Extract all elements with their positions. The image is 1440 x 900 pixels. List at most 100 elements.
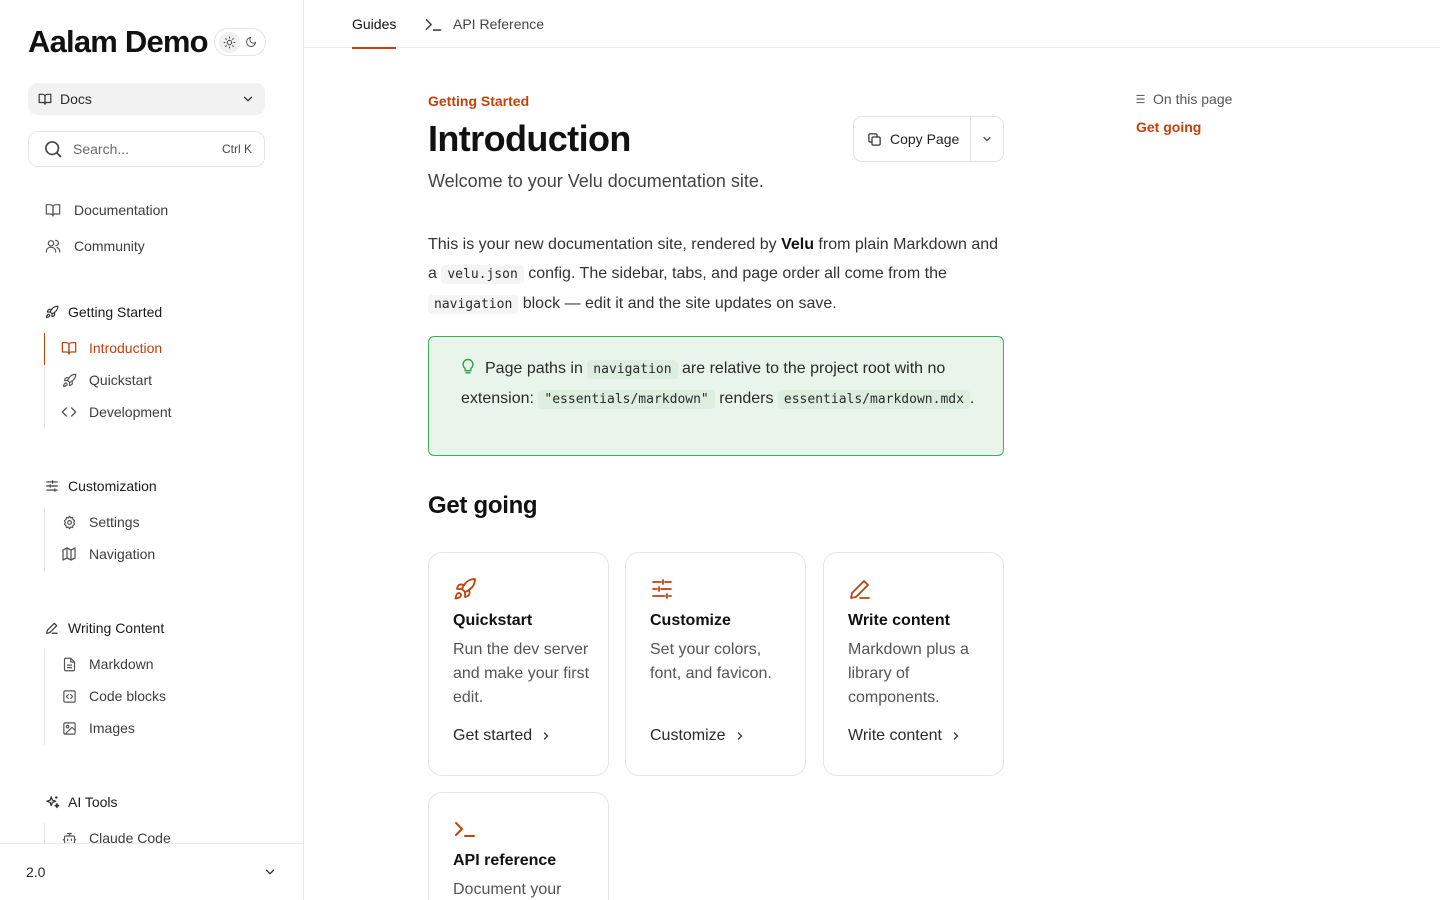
copy-page-group: Copy Page — [853, 116, 1004, 162]
card-quickstart[interactable]: Quickstart Run the dev server and make y… — [428, 552, 609, 776]
lightbulb-icon — [461, 358, 475, 375]
rocket-icon — [61, 372, 77, 388]
search-shortcut: Ctrl K — [222, 142, 252, 156]
copy-options-button[interactable] — [971, 117, 1003, 161]
text: block — edit it and the site updates on … — [518, 295, 837, 312]
card-api-reference[interactable]: API reference Document your — [428, 792, 609, 900]
section-heading: Get going — [428, 492, 538, 519]
chevron-down-icon — [981, 133, 993, 145]
version-selector[interactable]: 2.0 — [0, 843, 303, 900]
sliders-icon — [44, 478, 60, 494]
card-customize[interactable]: Customize Set your colors, font, and fav… — [625, 552, 806, 776]
sidebar-item-introduction[interactable]: Introduction — [61, 340, 162, 356]
card-link-label: Get started — [453, 727, 533, 744]
top-tabs: Guides API Reference — [304, 0, 1440, 49]
sidebar-group-getting-started[interactable]: Getting Started — [44, 304, 162, 320]
docs-selector[interactable]: Docs — [28, 83, 265, 115]
page-title: Introduction — [428, 118, 631, 159]
sidebar-group-label: Writing Content — [68, 620, 165, 636]
search-input[interactable]: Search... Ctrl K — [28, 131, 265, 167]
sidebar-item-claude-code[interactable]: Claude Code — [61, 830, 171, 843]
sidebar-item-quickstart[interactable]: Quickstart — [61, 372, 152, 388]
inline-code: navigation — [587, 360, 678, 379]
sidebar-group-label: AI Tools — [68, 794, 118, 810]
page-subtitle: Welcome to your Velu documentation site. — [428, 171, 764, 191]
sidebar-item-label: Introduction — [89, 340, 163, 356]
sidebar-group-label: Customization — [68, 478, 157, 494]
pencil-icon — [848, 577, 872, 601]
sidebar-group-ai-tools[interactable]: AI Tools — [44, 794, 118, 810]
sidebar-item-code-blocks[interactable]: Code blocks — [61, 688, 166, 704]
copy-icon — [867, 132, 882, 147]
inline-code: essentials/markdown.mdx — [777, 390, 970, 409]
search-icon — [43, 139, 63, 159]
users-icon — [44, 237, 62, 255]
card-link[interactable]: Write content — [848, 727, 962, 745]
tab-label: Guides — [352, 16, 397, 32]
text: This is your new documentation site, ren… — [428, 236, 782, 253]
sliders-icon — [650, 577, 674, 601]
sidebar-item-development[interactable]: Development — [61, 404, 172, 420]
group-rail — [44, 649, 45, 745]
sidebar-group-label: Getting Started — [68, 304, 163, 320]
card-title: Customize — [650, 612, 731, 629]
sidebar-item-label: Quickstart — [89, 372, 153, 388]
sidebar-item-label: Development — [89, 404, 172, 420]
chevron-right-icon — [950, 730, 962, 742]
book-open-icon — [44, 201, 62, 219]
sidebar-item-label: Documentation — [74, 202, 169, 218]
rocket-icon — [44, 304, 60, 320]
brand-name: Velu — [781, 236, 814, 253]
list-icon — [1136, 93, 1145, 105]
tab-guides[interactable]: Guides — [352, 0, 397, 49]
sidebar-item-navigation[interactable]: Navigation — [61, 546, 155, 562]
moon-icon[interactable] — [241, 32, 262, 53]
copy-page-button[interactable]: Copy Page — [854, 117, 971, 161]
bot-icon — [61, 830, 77, 843]
card-link[interactable]: Customize — [650, 727, 746, 745]
sun-icon[interactable] — [218, 31, 240, 53]
terminal-icon — [453, 817, 477, 841]
card-description: Run the dev server and make your first e… — [453, 641, 590, 706]
card-link-label: Write content — [848, 727, 942, 744]
text: . — [969, 390, 975, 407]
card-description: Document your — [453, 881, 562, 898]
sidebar-nav: Aalam Demo Docs Search... Ctrl K Documen… — [0, 0, 303, 843]
file-text-icon — [61, 656, 77, 672]
card-title: API reference — [453, 852, 557, 869]
card-write-content[interactable]: Write content Markdown plus a library of… — [823, 552, 1004, 776]
gear-icon — [61, 514, 77, 530]
sidebar-group-customization[interactable]: Customization — [44, 478, 157, 494]
sidebar-item-settings[interactable]: Settings — [61, 514, 140, 530]
sidebar-item-documentation[interactable]: Documentation — [44, 201, 168, 219]
chevron-down-icon — [241, 92, 255, 106]
docs-selector-label: Docs — [60, 91, 92, 107]
theme-toggle[interactable] — [214, 28, 266, 56]
text: config. The sidebar, tabs, and page orde… — [523, 265, 947, 282]
sidebar-group-writing-content[interactable]: Writing Content — [44, 620, 164, 636]
version-label: 2.0 — [26, 864, 46, 880]
toc-heading: On this page — [1136, 91, 1232, 107]
book-open-icon — [38, 92, 52, 106]
card-link[interactable]: Get started — [453, 727, 552, 745]
sidebar-item-label: Navigation — [89, 546, 156, 562]
tip-callout: Page paths in navigation are relative to… — [428, 336, 1004, 456]
sidebar: Aalam Demo Docs Search... Ctrl K Documen… — [0, 0, 304, 900]
text: Page paths in — [485, 360, 588, 377]
sidebar-item-label: Settings — [89, 514, 140, 530]
map-icon — [61, 546, 77, 562]
search-placeholder: Search... — [73, 141, 130, 157]
tab-api-reference[interactable]: API Reference — [424, 0, 544, 48]
sidebar-item-label: Code blocks — [89, 688, 167, 704]
toc-link-get-going[interactable]: Get going — [1136, 119, 1201, 135]
terminal-icon — [424, 16, 443, 33]
card-description: Set your colors, font, and favicon. — [650, 641, 772, 682]
card-description: Markdown plus a library of components. — [848, 641, 969, 706]
sidebar-item-community[interactable]: Community — [44, 237, 145, 255]
sidebar-item-markdown[interactable]: Markdown — [61, 656, 154, 672]
sidebar-item-images[interactable]: Images — [61, 720, 135, 736]
site-title[interactable]: Aalam Demo — [28, 24, 209, 60]
rocket-icon — [453, 577, 477, 601]
intro-paragraph: This is your new documentation site, ren… — [428, 230, 1004, 319]
sidebar-item-label: Images — [89, 720, 135, 736]
